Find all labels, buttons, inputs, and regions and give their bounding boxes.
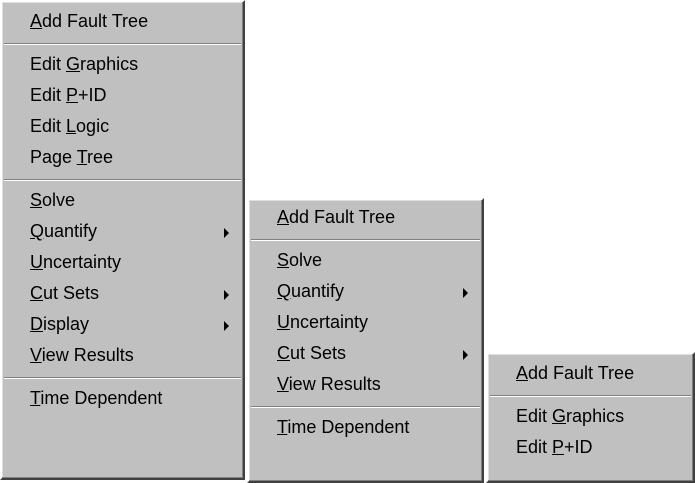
- menu-item-cut-sets[interactable]: Cut Sets: [2, 278, 243, 309]
- submenu-arrow-icon: [463, 350, 468, 360]
- menu-separator: [251, 406, 480, 408]
- submenu-arrow-icon: [463, 288, 468, 298]
- menu-item-view-results[interactable]: View Results: [2, 340, 243, 371]
- menu-separator: [4, 43, 241, 45]
- menu-item-time-dependent[interactable]: Time Dependent: [249, 412, 482, 443]
- menu-item-add-fault-tree[interactable]: Add Fault Tree: [2, 6, 243, 37]
- menu-item-quantify[interactable]: Quantify: [2, 216, 243, 247]
- submenu-arrow-icon: [224, 290, 229, 300]
- menu-item-uncertainty[interactable]: Uncertainty: [249, 307, 482, 338]
- menu-item-add-fault-tree[interactable]: Add Fault Tree: [249, 202, 482, 233]
- menu-item-add-fault-tree[interactable]: Add Fault Tree: [488, 358, 693, 389]
- menu-item-solve[interactable]: Solve: [2, 185, 243, 216]
- menu-item-edit-graphics[interactable]: Edit Graphics: [488, 401, 693, 432]
- menu-item-edit-logic[interactable]: Edit Logic: [2, 111, 243, 142]
- menu-separator: [4, 377, 241, 379]
- menu-separator: [251, 239, 480, 241]
- menu-item-page-tree[interactable]: Page Tree: [2, 142, 243, 173]
- menu-item-cut-sets[interactable]: Cut Sets: [249, 338, 482, 369]
- menu-item-solve[interactable]: Solve: [249, 245, 482, 276]
- menu-separator: [490, 395, 691, 397]
- menu-item-edit-pid[interactable]: Edit P+ID: [2, 80, 243, 111]
- menu-item-display[interactable]: Display: [2, 309, 243, 340]
- menu-item-quantify[interactable]: Quantify: [249, 276, 482, 307]
- submenu-arrow-icon: [224, 321, 229, 331]
- context-menu-medium: Add Fault Tree Solve Quantify Uncertaint…: [247, 198, 484, 483]
- submenu-arrow-icon: [224, 228, 229, 238]
- menu-item-uncertainty[interactable]: Uncertainty: [2, 247, 243, 278]
- menu-item-time-dependent[interactable]: Time Dependent: [2, 383, 243, 414]
- menu-item-edit-pid[interactable]: Edit P+ID: [488, 432, 693, 463]
- context-menu-small: Add Fault Tree Edit Graphics Edit P+ID: [486, 352, 695, 483]
- context-menu-full: Add Fault Tree Edit Graphics Edit P+ID E…: [0, 0, 245, 480]
- menu-separator: [4, 179, 241, 181]
- menu-item-view-results[interactable]: View Results: [249, 369, 482, 400]
- menu-item-edit-graphics[interactable]: Edit Graphics: [2, 49, 243, 80]
